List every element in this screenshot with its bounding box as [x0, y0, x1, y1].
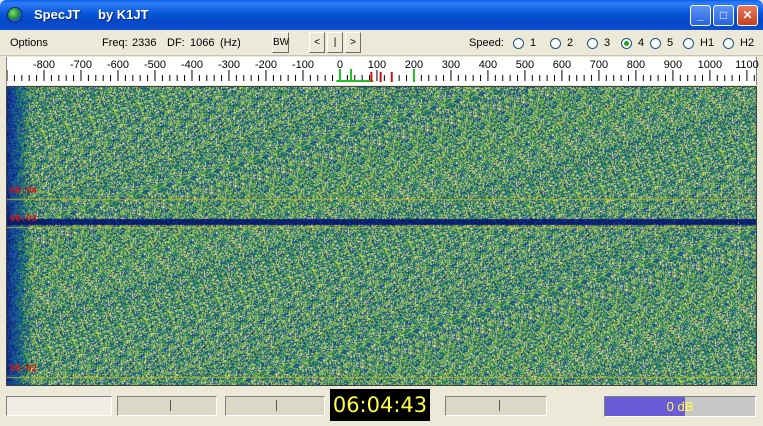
window-author: by K1JT [98, 7, 149, 22]
scale-label: -800 [32, 59, 55, 71]
brightness-slider[interactable] [117, 396, 217, 416]
scale-label: -300 [217, 59, 240, 71]
df-unit: (Hz) [220, 37, 241, 49]
scale-label: 0 [336, 59, 344, 71]
time-mark: 06:03 [10, 214, 38, 224]
close-icon: ✕ [742, 8, 753, 22]
speed-radio-1[interactable] [513, 38, 524, 49]
minimize-button[interactable]: _ [690, 5, 711, 26]
nav-center-button[interactable]: | [327, 32, 343, 53]
contrast-slider[interactable] [225, 396, 325, 416]
scale-label: 1000 [697, 59, 723, 71]
bw-button[interactable]: BW [272, 32, 289, 53]
scale-label: 400 [478, 59, 498, 71]
scale-label: 500 [515, 59, 535, 71]
speed-radio-label: 3 [604, 37, 611, 49]
speed-radio-4[interactable] [621, 38, 632, 49]
scale-label: -400 [180, 59, 203, 71]
freq-value: 2336 [132, 37, 157, 49]
scale-label: 200 [404, 59, 424, 71]
speed-radio-label: 2 [567, 37, 574, 49]
time-mark: 06:02 [10, 364, 38, 374]
gain-slider[interactable] [445, 396, 547, 416]
maximize-button[interactable]: □ [713, 5, 734, 26]
scale-label: -100 [291, 59, 314, 71]
clock-display: 06:04:43 [330, 389, 430, 421]
scale-label: -700 [69, 59, 92, 71]
speed-radio-3[interactable] [587, 38, 598, 49]
nav-right-button[interactable]: > [345, 32, 361, 53]
speed-radio-label: 1 [530, 37, 537, 49]
title-bar: SpecJT by K1JT _ □ ✕ [0, 0, 763, 30]
freq-label: Freq: [102, 37, 128, 49]
status-panel-blank [6, 396, 112, 416]
scale-label: -500 [143, 59, 166, 71]
time-mark: 06:04 [10, 186, 38, 196]
level-meter-text: 0 dB [666, 399, 694, 414]
waterfall-display[interactable]: 06:04 06:03 06:02 [6, 86, 757, 386]
speed-radio-5[interactable] [650, 38, 661, 49]
status-bar: 06:04:43 0 dB [0, 388, 763, 426]
options-menu[interactable]: Options [10, 37, 48, 49]
speed-label: Speed: [469, 37, 504, 49]
waterfall-canvas[interactable] [7, 87, 756, 385]
speed-radio-label: H1 [700, 37, 715, 49]
scale-label: 900 [663, 59, 683, 71]
speed-radio-h1[interactable] [683, 38, 694, 49]
speed-radio-label: H2 [740, 37, 755, 49]
scale-label: -200 [254, 59, 277, 71]
speed-radio-label: 5 [667, 37, 674, 49]
scale-label: 100 [367, 59, 387, 71]
scale-label: 800 [626, 59, 646, 71]
nav-left-button[interactable]: < [309, 32, 325, 53]
close-button[interactable]: ✕ [737, 5, 758, 26]
globe-icon [7, 7, 23, 23]
speed-radio-2[interactable] [550, 38, 561, 49]
frequency-scale[interactable]: -800 -700 -600 -500 -400 -300 -200 -100 0 100 200 3… [6, 57, 759, 85]
df-value: 1066 [190, 37, 215, 49]
speed-radio-h2[interactable] [723, 38, 734, 49]
scale-label: 1100 [735, 59, 759, 71]
window-title: SpecJT [34, 7, 81, 22]
scale-label: 600 [552, 59, 572, 71]
speed-radio-label: 4 [638, 37, 645, 49]
scale-label: 700 [589, 59, 609, 71]
scale-label: 300 [441, 59, 461, 71]
level-meter: 0 dB [604, 396, 756, 417]
toolbar: Options Freq: 2336 DF: 1066 (Hz) BW < | … [0, 30, 763, 56]
scale-label: -600 [106, 59, 129, 71]
minimize-icon: _ [697, 8, 704, 22]
maximize-icon: □ [719, 8, 728, 22]
df-label: DF: [167, 37, 185, 49]
